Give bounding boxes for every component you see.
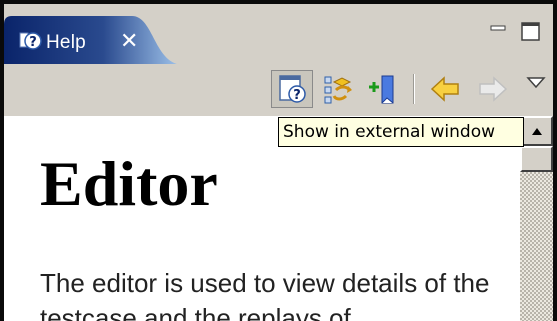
page-title: Editor xyxy=(40,148,218,219)
svg-text:?: ? xyxy=(293,88,301,103)
scroll-up-button[interactable] xyxy=(520,116,553,146)
maximize-icon[interactable] xyxy=(519,20,543,44)
scrollbar-thumb[interactable] xyxy=(520,146,553,172)
close-icon[interactable]: ✕ xyxy=(120,29,138,54)
arrow-up-icon xyxy=(532,128,542,135)
back-arrow-icon xyxy=(430,76,459,102)
show-in-contents-icon xyxy=(324,76,352,104)
toolbar-separator xyxy=(413,74,415,104)
tab-help[interactable]: ? Help ✕ xyxy=(4,16,184,65)
view-tab-strip: ? Help ✕ xyxy=(4,4,553,65)
help-icon: ? xyxy=(18,30,42,52)
minimize-icon[interactable] xyxy=(489,20,509,36)
tab-label: Help xyxy=(46,32,86,53)
view-menu-icon xyxy=(526,77,546,89)
show-in-contents-button[interactable] xyxy=(322,72,358,106)
view-menu-button[interactable] xyxy=(524,74,548,92)
tooltip: Show in external window xyxy=(278,117,524,147)
bookmark-document-icon xyxy=(369,75,394,104)
forward-arrow-icon xyxy=(479,76,508,102)
forward-button[interactable] xyxy=(474,72,510,106)
back-button[interactable] xyxy=(428,72,464,106)
show-in-external-window-icon: ? xyxy=(279,75,306,103)
bookmark-document-button[interactable] xyxy=(366,72,402,106)
page-paragraph: The editor is used to view details of th… xyxy=(40,268,490,321)
show-in-external-window-button[interactable]: ? xyxy=(271,70,313,108)
svg-text:?: ? xyxy=(29,35,37,50)
help-view: ? Help ✕ ? Editor The editor is used to … xyxy=(0,0,557,321)
help-toolbar: ? xyxy=(4,64,553,116)
